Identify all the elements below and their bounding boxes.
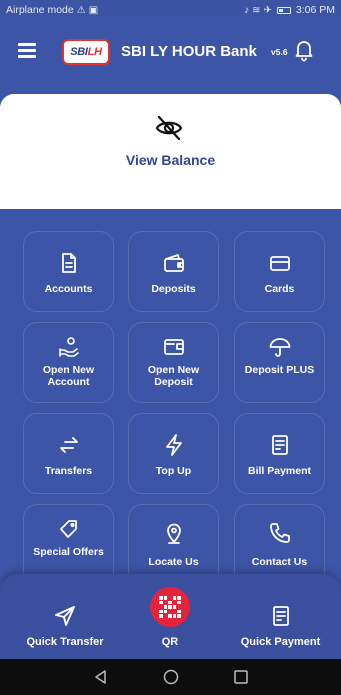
- battery-icon: [276, 6, 291, 14]
- clock: 3:06 PM: [295, 4, 335, 16]
- eye-off-icon[interactable]: [153, 112, 185, 144]
- tile-label: Cards: [264, 283, 295, 295]
- tile-label: Open New Account: [42, 364, 95, 388]
- app-title: SBI LY HOUR Bank: [121, 43, 257, 60]
- logo-text-accent: LH: [87, 46, 102, 58]
- bottom-action-bar: Quick Transfer QR Quick Payment: [0, 574, 341, 659]
- tile-locate-us[interactable]: Locate Us: [128, 504, 219, 574]
- version-label: v5.6: [271, 47, 288, 57]
- system-navigation-bar: [0, 659, 341, 695]
- status-bar: Airplane mode ⚠ ▣ ♪ ≋ ✈ 3:06 PM: [0, 0, 341, 20]
- home-icon[interactable]: [162, 668, 180, 686]
- tile-top-up[interactable]: Top Up: [128, 413, 219, 494]
- qr-code-icon: [150, 587, 190, 627]
- tile-cards[interactable]: Cards: [234, 231, 325, 312]
- tile-deposit-plus[interactable]: Deposit PLUS: [234, 322, 325, 403]
- umbrella-icon: [235, 335, 324, 359]
- hamburger-menu-icon[interactable]: [18, 41, 40, 59]
- send-icon: [15, 604, 115, 628]
- transfer-arrows-icon: [24, 433, 113, 457]
- tile-label: Top Up: [155, 465, 192, 477]
- airplane-mode-label: Airplane mode: [6, 4, 74, 16]
- tile-label: Transfers: [44, 465, 93, 477]
- tile-label: Contact Us: [251, 556, 308, 568]
- qr-button[interactable]: QR: [135, 574, 205, 659]
- tile-label: Accounts: [44, 283, 93, 295]
- quick-transfer-button[interactable]: Quick Transfer: [15, 574, 115, 659]
- lightning-icon: [129, 433, 218, 457]
- logo-text: SBI: [70, 46, 88, 58]
- phone-icon: [235, 521, 324, 545]
- wifi-icon: ≋: [252, 4, 261, 16]
- tile-label: Bill Payment: [247, 465, 312, 477]
- status-left: Airplane mode ⚠ ▣: [6, 4, 98, 16]
- tile-transfers[interactable]: Transfers: [23, 413, 114, 494]
- hand-coin-icon: [24, 335, 113, 359]
- warning-icon: ⚠: [76, 4, 86, 16]
- tile-label: Special Offers: [33, 546, 104, 558]
- message-icon: ▣: [88, 4, 99, 16]
- services-grid: Accounts Deposits Cards Open New Account: [0, 209, 341, 574]
- tile-open-new-account[interactable]: Open New Account: [23, 322, 114, 403]
- view-balance-button[interactable]: View Balance: [0, 152, 341, 168]
- wallet-add-icon: [129, 335, 218, 359]
- card-icon: [235, 251, 324, 275]
- bell-icon[interactable]: [291, 37, 317, 63]
- status-right: ♪ ≋ ✈ 3:06 PM: [244, 4, 335, 16]
- tile-label: Deposits: [151, 283, 196, 295]
- tile-label: Open New Deposit: [147, 364, 200, 388]
- tile-label: Locate Us: [148, 556, 199, 568]
- location-pin-icon: [129, 521, 218, 545]
- tile-bill-payment[interactable]: Bill Payment: [234, 413, 325, 494]
- recents-icon[interactable]: [232, 668, 250, 686]
- tile-accounts[interactable]: Accounts: [23, 231, 114, 312]
- tile-deposits[interactable]: Deposits: [128, 231, 219, 312]
- mute-icon: ♪: [244, 4, 250, 16]
- tile-open-new-deposit[interactable]: Open New Deposit: [128, 322, 219, 403]
- airplane-icon: ✈: [263, 4, 272, 16]
- qr-label: QR: [161, 636, 179, 648]
- document-icon: [24, 251, 113, 275]
- tag-icon: [24, 517, 113, 541]
- tile-contact-us[interactable]: Contact Us: [234, 504, 325, 574]
- bill-icon: [235, 433, 324, 457]
- tile-label: Deposit PLUS: [244, 364, 315, 376]
- app-header: SBI LH SBI LY HOUR Bank v5.6: [0, 20, 341, 94]
- bank-logo: SBI LH: [62, 39, 110, 65]
- back-icon[interactable]: [92, 668, 110, 686]
- quick-transfer-label: Quick Transfer: [26, 636, 104, 648]
- wallet-icon: [129, 251, 218, 275]
- quick-payment-button[interactable]: Quick Payment: [228, 574, 333, 659]
- bill-icon: [228, 604, 333, 628]
- tile-special-offers[interactable]: Special Offers: [23, 504, 114, 574]
- quick-payment-label: Quick Payment: [240, 636, 321, 648]
- balance-card: View Balance: [0, 94, 341, 209]
